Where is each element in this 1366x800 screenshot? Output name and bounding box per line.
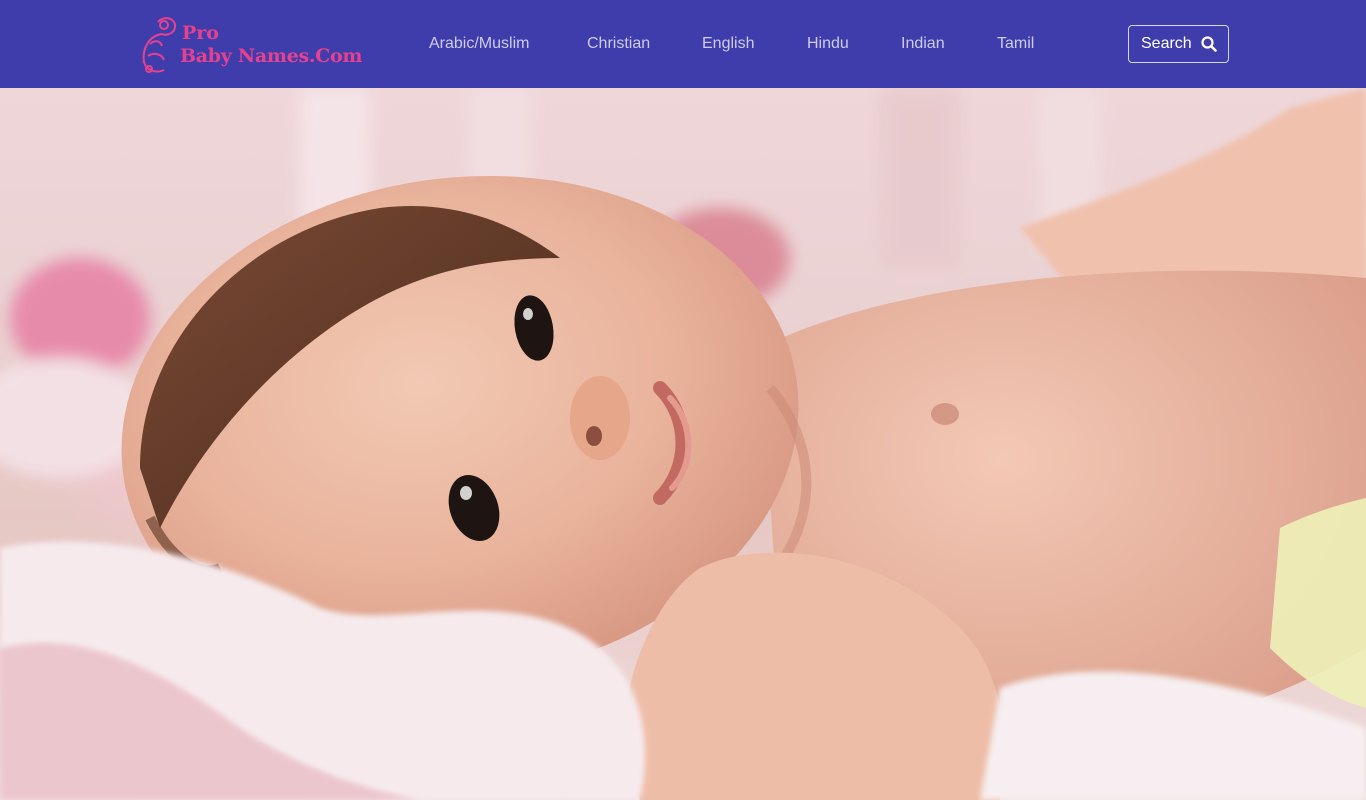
hero-banner	[0, 88, 1366, 800]
nav-link-english[interactable]: English	[702, 34, 754, 54]
logo-text-pro: Pro	[182, 22, 219, 44]
logo-text-main: Baby Names.Com	[180, 45, 363, 67]
search-button[interactable]: Search	[1128, 25, 1229, 63]
baby-lying-photo	[0, 88, 1366, 800]
nav-link-hindu[interactable]: Hindu	[807, 34, 849, 54]
top-navbar: Pro Baby Names.Com Arabic/Muslim Christi…	[0, 0, 1366, 88]
search-icon	[1201, 36, 1217, 52]
site-logo[interactable]: Pro Baby Names.Com	[140, 14, 390, 76]
nav-link-indian[interactable]: Indian	[901, 34, 945, 54]
nav-link-christian[interactable]: Christian	[587, 34, 650, 54]
search-button-label: Search	[1141, 35, 1192, 52]
nav-link-arabic-muslim[interactable]: Arabic/Muslim	[429, 34, 529, 54]
nav-link-tamil[interactable]: Tamil	[997, 34, 1034, 54]
